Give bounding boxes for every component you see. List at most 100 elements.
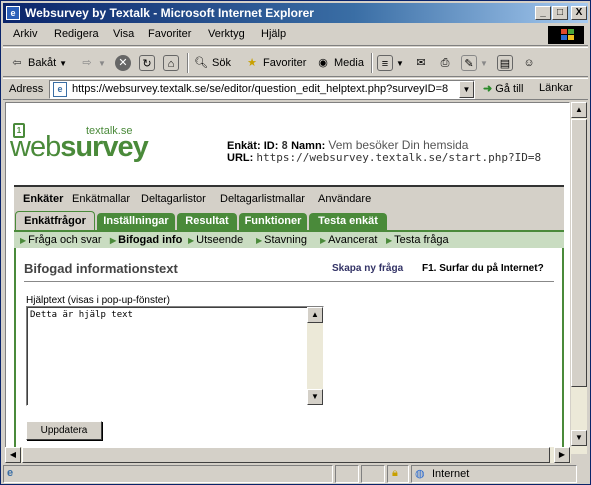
scroll-right-icon[interactable]: ▶ [554,447,570,463]
print-button[interactable]: ⎙ [437,53,453,73]
scroll-thumb[interactable] [22,447,550,463]
tab-resultat[interactable]: Resultat [177,213,237,230]
toolbar-separator [187,53,189,73]
mail-button[interactable]: ✉ [413,53,429,73]
refresh-button[interactable]: ↻ [139,53,155,73]
page-viewport: 1 textalk.se websurvey Enkät: ID: 8 Namn… [5,102,570,454]
subnav-label: Fråga och svar [28,234,102,246]
media-button[interactable]: ◉ Media [315,53,364,73]
history-icon: ≡ [377,55,393,71]
ie-icon: e [6,6,20,20]
textarea-scrollbar[interactable]: ▲ ▼ [307,307,323,405]
horizontal-scrollbar[interactable]: ◀ ▶ [5,447,571,463]
forward-button[interactable]: ⇨ ▼ [79,53,106,73]
scroll-up-icon[interactable]: ▲ [571,102,587,118]
nav-deltagarlistor[interactable]: Deltagarlistor [141,193,206,205]
lock-icon: 🔒︎ [392,467,398,479]
new-question-link[interactable]: Skapa ny fråga [332,263,403,274]
triangle-right-icon: ▶ [256,236,263,245]
home-icon: ⌂ [163,55,179,71]
sub-nav: ▶ Fråga och svar ▶ Bifogad info ▶ Utseende … [14,230,564,248]
back-button[interactable]: ⇦ Bakåt ▼ [9,53,67,73]
current-question-link[interactable]: F1. Surfar du på Internet? [422,263,544,274]
close-button[interactable]: X [571,6,587,20]
address-input[interactable]: e https://websurvey.textalk.se/se/editor… [49,80,475,99]
browser-window: e Websurvey by Textalk - Microsoft Inter… [0,0,591,485]
favorites-button[interactable]: ★ Favoriter [244,53,306,73]
mail-icon: ✉ [416,57,426,69]
subnav-label: Testa fråga [394,234,449,246]
address-url[interactable]: https://websurvey.textalk.se/se/editor/q… [72,83,458,95]
status-pane [335,465,359,483]
minimize-button[interactable]: _ [535,6,551,20]
menu-redigera[interactable]: Redigera [54,28,99,40]
websurvey-logo: websurvey [10,131,149,164]
nav-enkatmallar[interactable]: Enkätmallar [72,193,130,205]
edit-button[interactable]: ✎ ▼ [461,53,488,73]
links-button[interactable]: Länkar [539,82,573,94]
globe-icon: ◍ [415,468,425,480]
back-arrow-icon: ⇦ [12,57,22,69]
scroll-thumb[interactable] [571,119,587,387]
subnav-avancerat[interactable]: ▶ Avancerat [320,234,377,246]
scroll-down-icon[interactable]: ▼ [571,430,587,446]
refresh-icon: ↻ [139,55,155,71]
menu-verktyg[interactable]: Verktyg [208,28,245,40]
menu-arkiv[interactable]: Arkiv [13,28,37,40]
subnav-bifogad-info[interactable]: ▶ Bifogad info [110,234,182,246]
tab-bar: Enkätfrågor Inställningar Resultat Funkt… [14,209,564,230]
scroll-left-icon[interactable]: ◀ [5,447,21,463]
helptext-label: Hjälptext (visas i pop-up-fönster) [26,295,170,306]
subnav-label: Bifogad info [118,234,183,246]
scroll-up-icon[interactable]: ▲ [307,307,323,323]
subnav-fraga-och-svar[interactable]: ▶ Fråga och svar [20,234,102,246]
history-button[interactable]: ≡ ▼ [377,53,404,73]
go-button[interactable]: ➜ Gå till [483,82,523,95]
scroll-down-icon[interactable]: ▼ [307,389,323,405]
content-panel: Bifogad informationstext Skapa ny fråga … [14,248,564,453]
toolbar-separator [371,53,373,73]
stop-button[interactable]: ✕ [115,53,131,73]
page-status-icon: e [7,467,14,479]
go-label: Gå till [495,83,524,95]
status-bar: e 🔒︎ ◍ Internet [3,464,588,484]
vertical-scrollbar[interactable]: ▲ ▼ [571,102,587,454]
chevron-down-icon: ▼ [480,58,488,68]
tab-enkatfragor[interactable]: Enkätfrågor [15,211,95,230]
back-label: Bakåt [28,57,57,69]
survey-url[interactable]: https://websurvey.textalk.se/start.php?I… [256,151,541,164]
menu-favoriter[interactable]: Favoriter [148,28,191,40]
title-bar[interactable]: e Websurvey by Textalk - Microsoft Inter… [3,3,588,23]
triangle-right-icon: ▶ [320,236,327,245]
survey-name: Vem besöker Din hemsida [328,138,469,152]
printer-icon: ⎙ [440,57,450,69]
search-button[interactable]: 🔍︎ Sök [193,53,231,73]
subnav-label: Stavning [264,234,307,246]
maximize-button[interactable]: □ [552,6,568,20]
nav-enkater[interactable]: Enkäter [23,193,63,205]
home-button[interactable]: ⌂ [163,53,179,73]
menu-hjalp[interactable]: Hjälp [261,28,286,40]
nav-anvandare[interactable]: Användare [318,193,371,205]
helptext-textarea[interactable]: Detta är hjälp text ▲ ▼ [26,306,324,406]
subnav-stavning[interactable]: ▶ Stavning [256,234,307,246]
nav-deltagarlistmallar[interactable]: Deltagarlistmallar [220,193,305,205]
menu-bar: Arkiv Redigera Visa Favoriter Verktyg Hj… [3,24,588,46]
window-title: Websurvey by Textalk - Microsoft Interne… [25,6,314,20]
messenger-button[interactable]: ☺ [521,53,537,73]
url-label: URL: [227,152,254,164]
main-nav: Enkäter Enkätmallar Deltagarlistor Delta… [14,185,564,209]
subnav-utseende[interactable]: ▶ Utseende [188,234,243,246]
address-dropdown-button[interactable]: ▼ [459,81,474,98]
status-pane [361,465,385,483]
helptext-value[interactable]: Detta är hjälp text [30,310,133,320]
toolbar: ⇦ Bakåt ▼ ⇨ ▼ ✕ ↻ ⌂ 🔍︎ Sök ★ Favoriter ◉… [3,47,588,77]
triangle-right-icon: ▶ [20,236,27,245]
tab-installningar[interactable]: Inställningar [97,213,175,230]
discuss-button[interactable]: ▤ [497,53,513,73]
tab-funktioner[interactable]: Funktioner [239,213,307,230]
menu-visa[interactable]: Visa [113,28,134,40]
subnav-testa-fraga[interactable]: ▶ Testa fråga [386,234,449,246]
update-button[interactable]: Uppdatera [26,421,102,440]
tab-testa-enkat[interactable]: Testa enkät [309,213,387,230]
